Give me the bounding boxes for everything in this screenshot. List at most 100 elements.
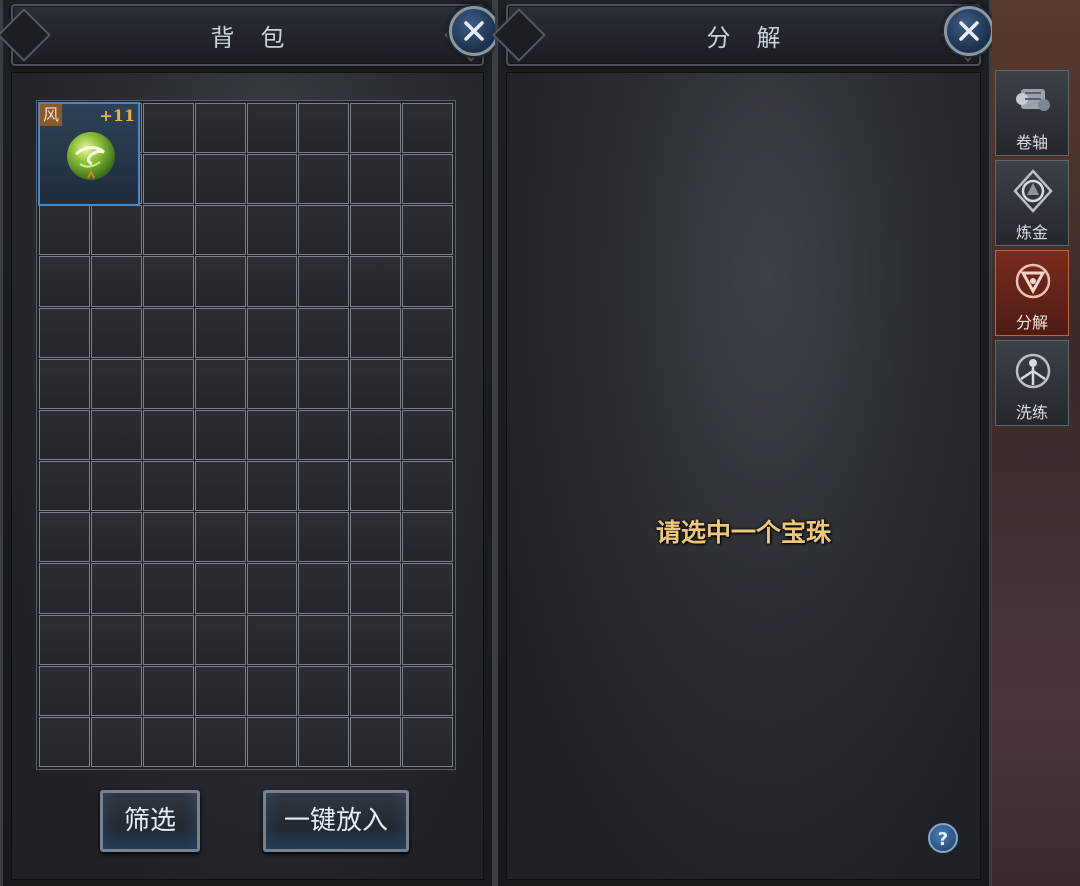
inventory-slot[interactable]	[402, 512, 453, 563]
put-all-button[interactable]: 一键放入	[263, 790, 409, 852]
inventory-slot[interactable]	[39, 665, 90, 716]
inventory-slot[interactable]	[246, 614, 298, 665]
inventory-slot[interactable]	[39, 307, 90, 358]
inventory-slot[interactable]	[402, 409, 453, 461]
inventory-slot[interactable]	[90, 512, 142, 563]
inventory-slot[interactable]	[194, 154, 246, 205]
bag-close-button[interactable]	[449, 6, 499, 56]
inventory-slot[interactable]	[142, 563, 194, 614]
inventory-slot[interactable]	[142, 102, 194, 154]
inventory-slot[interactable]	[246, 409, 298, 461]
inventory-slot[interactable]	[194, 409, 246, 461]
inventory-slot[interactable]	[246, 512, 298, 563]
inventory-slot[interactable]	[402, 461, 453, 512]
inventory-slot[interactable]	[142, 205, 194, 256]
inventory-slot[interactable]	[194, 614, 246, 665]
inventory-slot[interactable]	[142, 256, 194, 307]
inventory-slot[interactable]	[246, 461, 298, 512]
inventory-slot[interactable]	[402, 358, 453, 409]
inventory-slot[interactable]	[90, 307, 142, 358]
inventory-slot[interactable]	[402, 154, 453, 205]
help-button[interactable]: ?	[928, 823, 958, 853]
inventory-slot[interactable]	[194, 358, 246, 409]
decompose-close-button[interactable]	[944, 6, 994, 56]
inventory-slot[interactable]	[39, 409, 90, 461]
inventory-slot[interactable]	[39, 358, 90, 409]
inventory-slot[interactable]	[142, 358, 194, 409]
filter-button[interactable]: 筛选	[100, 790, 200, 852]
inventory-slot[interactable]	[246, 154, 298, 205]
inventory-slot[interactable]	[90, 256, 142, 307]
inventory-slot[interactable]	[194, 205, 246, 256]
inventory-slot[interactable]	[350, 102, 402, 154]
inventory-slot[interactable]	[402, 256, 453, 307]
inventory-slot[interactable]	[142, 716, 194, 768]
inventory-slot[interactable]	[350, 614, 402, 665]
inventory-slot[interactable]	[90, 461, 142, 512]
inventory-slot[interactable]	[298, 563, 350, 614]
inventory-slot[interactable]	[194, 665, 246, 716]
inventory-slot[interactable]	[194, 563, 246, 614]
inventory-slot[interactable]	[246, 307, 298, 358]
inventory-slot[interactable]	[298, 409, 350, 461]
inventory-slot[interactable]	[298, 205, 350, 256]
inventory-slot[interactable]	[39, 512, 90, 563]
inventory-slot[interactable]	[298, 461, 350, 512]
inventory-slot[interactable]	[142, 665, 194, 716]
inventory-slot[interactable]	[402, 205, 453, 256]
inventory-slot[interactable]	[246, 205, 298, 256]
inventory-slot[interactable]	[298, 614, 350, 665]
inventory-slot[interactable]	[39, 716, 90, 768]
inventory-slot[interactable]	[194, 307, 246, 358]
inventory-slot[interactable]	[350, 307, 402, 358]
inventory-slot[interactable]	[298, 307, 350, 358]
inventory-slot[interactable]	[90, 716, 142, 768]
inventory-slot[interactable]	[90, 205, 142, 256]
inventory-slot[interactable]	[39, 614, 90, 665]
tab-refine[interactable]: 洗练	[995, 340, 1069, 426]
inventory-slot[interactable]	[142, 614, 194, 665]
inventory-slot[interactable]	[194, 256, 246, 307]
inventory-slot[interactable]	[90, 614, 142, 665]
inventory-slot[interactable]	[246, 665, 298, 716]
inventory-slot[interactable]	[194, 461, 246, 512]
tab-decompose[interactable]: 分解	[995, 250, 1069, 336]
inventory-slot[interactable]	[246, 256, 298, 307]
inventory-slot[interactable]	[350, 563, 402, 614]
inventory-slot[interactable]	[90, 563, 142, 614]
inventory-slot[interactable]	[142, 461, 194, 512]
inventory-slot[interactable]	[39, 205, 90, 256]
inventory-slot[interactable]	[39, 461, 90, 512]
inventory-slot[interactable]	[246, 563, 298, 614]
inventory-slot[interactable]	[298, 512, 350, 563]
inventory-slot[interactable]	[298, 256, 350, 307]
inventory-slot[interactable]	[298, 154, 350, 205]
inventory-slot[interactable]	[350, 256, 402, 307]
inventory-slot[interactable]	[350, 512, 402, 563]
inventory-slot[interactable]	[402, 665, 453, 716]
inventory-slot[interactable]	[350, 461, 402, 512]
inventory-slot[interactable]	[298, 716, 350, 768]
tab-alchemy[interactable]: 炼金	[995, 160, 1069, 246]
inventory-slot[interactable]	[194, 512, 246, 563]
inventory-slot[interactable]	[350, 665, 402, 716]
inventory-slot[interactable]	[402, 563, 453, 614]
inventory-slot[interactable]	[39, 563, 90, 614]
inventory-slot[interactable]	[142, 409, 194, 461]
inventory-slot[interactable]	[90, 358, 142, 409]
inventory-slot[interactable]	[350, 716, 402, 768]
inventory-item-orb[interactable]: 风 +11	[38, 102, 140, 206]
inventory-slot[interactable]	[142, 307, 194, 358]
inventory-slot[interactable]	[142, 512, 194, 563]
inventory-slot[interactable]	[194, 102, 246, 154]
inventory-slot[interactable]	[350, 358, 402, 409]
inventory-slot[interactable]	[402, 307, 453, 358]
inventory-slot[interactable]	[90, 409, 142, 461]
inventory-slot[interactable]	[298, 102, 350, 154]
tab-scroll[interactable]: 卷轴	[995, 70, 1069, 156]
inventory-slot[interactable]	[246, 716, 298, 768]
inventory-slot[interactable]	[402, 716, 453, 768]
inventory-slot[interactable]	[246, 102, 298, 154]
inventory-slot[interactable]	[39, 256, 90, 307]
inventory-slot[interactable]	[90, 665, 142, 716]
